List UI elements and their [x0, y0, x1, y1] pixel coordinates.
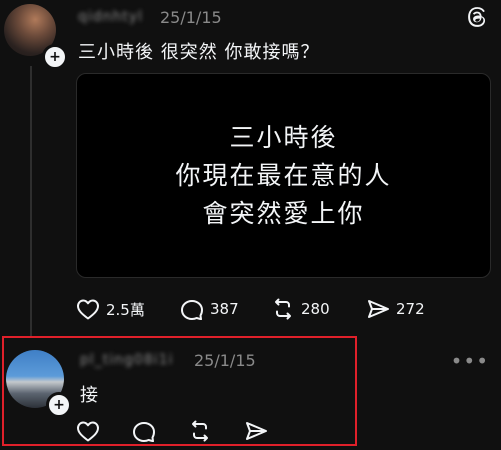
like-count: 2.5萬 — [106, 300, 145, 319]
plus-icon[interactable]: + — [46, 392, 72, 418]
repost-button[interactable]: 280 — [271, 298, 330, 320]
comment-button[interactable]: 387 — [180, 298, 239, 320]
reply-share-button[interactable] — [244, 420, 268, 442]
heart-icon — [77, 421, 99, 442]
threads-logo-icon[interactable] — [465, 5, 489, 29]
plus-icon[interactable]: + — [42, 44, 68, 70]
post-username[interactable]: qidnhtyl — [78, 9, 143, 25]
reply-username[interactable]: pl_ting08i1i — [80, 352, 173, 368]
media-text-line: 會突然愛上你 — [202, 198, 365, 228]
media-text-line: 三小時後 — [229, 122, 338, 152]
send-icon — [368, 300, 389, 318]
heart-icon — [77, 299, 99, 320]
reply-repost-button[interactable] — [188, 420, 212, 442]
send-icon — [246, 422, 267, 440]
comment-count: 387 — [210, 300, 239, 318]
share-button[interactable]: 272 — [366, 298, 425, 320]
repost-icon — [275, 298, 291, 320]
reply-timestamp: 25/1/15 — [194, 351, 256, 370]
like-button[interactable]: 2.5萬 — [76, 298, 145, 320]
repost-count: 280 — [301, 300, 330, 318]
comment-icon — [181, 300, 203, 320]
more-options-button[interactable]: ••• — [451, 349, 489, 373]
post-media-image[interactable]: 三小時後 你現在最在意的人 會突然愛上你 — [76, 73, 491, 278]
comment-icon — [133, 422, 155, 442]
thread-connector-line — [30, 66, 32, 338]
media-text-line: 你現在最在意的人 — [175, 160, 392, 190]
post-text: 三小時後 很突然 你敢接嗎？ — [78, 42, 320, 63]
reply-text: 接 — [80, 385, 99, 406]
reply-like-button[interactable] — [76, 420, 100, 442]
post-timestamp: 25/1/15 — [160, 8, 222, 27]
share-count: 272 — [396, 300, 425, 318]
repost-icon — [192, 420, 208, 442]
reply-comment-button[interactable] — [132, 420, 156, 442]
